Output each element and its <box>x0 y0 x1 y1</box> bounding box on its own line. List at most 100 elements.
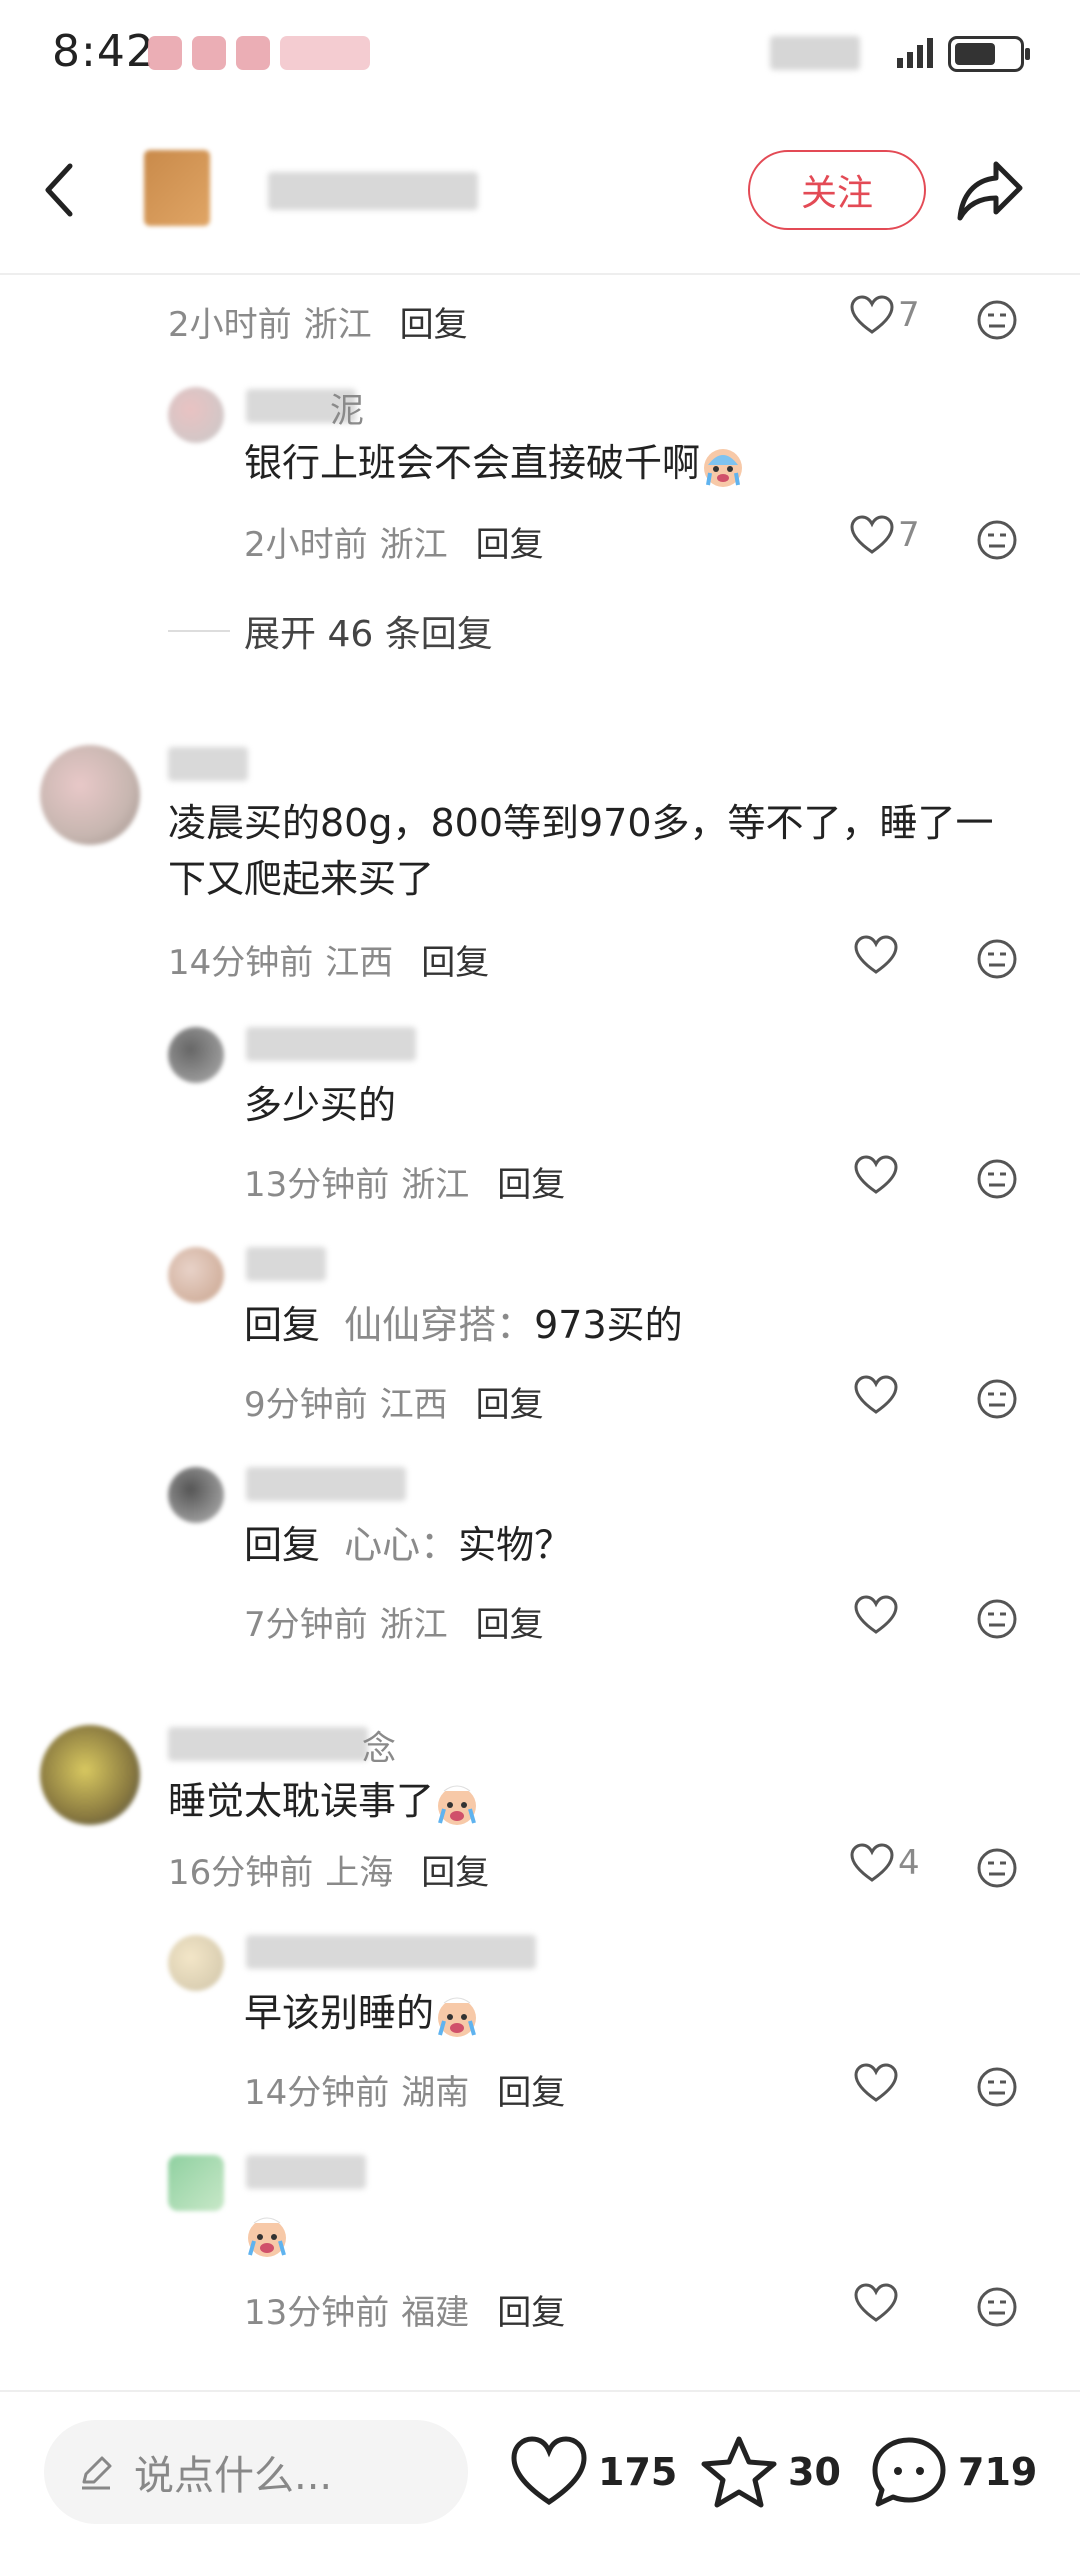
emoji-react-icon[interactable] <box>976 299 1018 341</box>
username[interactable] <box>246 1935 536 1969</box>
emoji-react-icon[interactable] <box>976 1598 1018 1640</box>
crying-emoji-icon <box>248 2217 286 2257</box>
like-button[interactable] <box>854 935 898 975</box>
comment-location: 浙江 <box>303 305 372 345</box>
emoji-react-icon[interactable] <box>976 2286 1018 2328</box>
favorites-count: 30 <box>788 2450 841 2494</box>
avatar[interactable] <box>168 1935 224 1991</box>
app-notification-icon <box>280 36 370 70</box>
expand-replies-button[interactable]: 展开 46 条回复 <box>244 605 493 657</box>
like-button[interactable] <box>854 1375 898 1415</box>
reply-button[interactable]: 回复 <box>421 935 489 984</box>
comments-button[interactable]: 719 <box>870 2434 1037 2510</box>
like-count: 7 <box>898 515 920 555</box>
reply-button[interactable]: 回复 <box>400 297 468 346</box>
mention[interactable]: 仙仙穿搭： <box>344 1303 534 1347</box>
comment-list: 2小时前 浙江 回复 7 泥 银行上班会不会直接破千啊 2小时前 浙江 回复 7… <box>0 275 1080 2390</box>
comment-location: 浙江 <box>379 1605 448 1645</box>
username[interactable] <box>246 1027 416 1061</box>
like-button[interactable]: 7 <box>850 515 920 555</box>
username[interactable] <box>246 2155 366 2189</box>
reply-button[interactable]: 回复 <box>476 1377 544 1426</box>
share-button[interactable] <box>956 158 1024 224</box>
comment-location: 浙江 <box>401 1165 470 1205</box>
reply-button[interactable]: 回复 <box>476 1597 544 1646</box>
back-button[interactable] <box>36 160 80 220</box>
reply-button[interactable]: 回复 <box>497 2065 565 2114</box>
avatar[interactable] <box>168 1027 224 1083</box>
like-button[interactable]: 4 <box>850 1843 920 1883</box>
emoji-react-icon[interactable] <box>976 1158 1018 1200</box>
reply-button[interactable]: 回复 <box>497 2285 565 2334</box>
avatar[interactable] <box>168 1467 224 1523</box>
like-button[interactable] <box>854 1595 898 1635</box>
heart-icon <box>850 1843 894 1882</box>
username-visible-fragment: 泥 <box>330 391 364 431</box>
reply-prefix: 回复 <box>244 1523 321 1567</box>
comment-location: 浙江 <box>379 525 448 565</box>
username[interactable] <box>246 1467 406 1501</box>
heart-icon <box>854 2283 898 2322</box>
crying-emoji-icon <box>438 1997 477 2037</box>
bottom-action-bar: 说点什么... 175 30 719 <box>0 2390 1080 2557</box>
emoji-react-icon[interactable] <box>976 2066 1018 2108</box>
comment-location: 湖南 <box>401 2073 470 2113</box>
comment-location: 福建 <box>401 2293 470 2333</box>
author-name[interactable] <box>268 172 478 210</box>
like-post-button[interactable]: 175 <box>510 2434 677 2510</box>
comment-meta: 7分钟前 浙江 回复 <box>244 1597 544 1646</box>
username[interactable] <box>168 747 248 781</box>
heart-icon <box>511 2436 587 2506</box>
heart-icon <box>854 935 898 974</box>
comment-text-content: 银行上班会不会直接破千啊 <box>244 441 701 485</box>
comment-text-content: 实物？ <box>458 1523 573 1567</box>
comment-time: 14分钟前 <box>244 2073 390 2113</box>
avatar[interactable] <box>168 2155 224 2211</box>
comment-bubble-icon <box>872 2437 946 2507</box>
like-count: 7 <box>898 295 920 335</box>
follow-button[interactable]: 关注 <box>748 150 926 230</box>
author-avatar[interactable] <box>144 150 210 226</box>
comment-meta: 14分钟前 湖南 回复 <box>244 2065 565 2114</box>
comment-time: 7分钟前 <box>244 1605 368 1645</box>
like-button[interactable] <box>854 1155 898 1195</box>
avatar[interactable] <box>40 745 140 845</box>
reply-prefix: 回复 <box>244 1303 321 1347</box>
like-button[interactable]: 7 <box>850 295 920 335</box>
reply-button[interactable]: 回复 <box>421 1845 489 1894</box>
avatar[interactable] <box>168 387 224 443</box>
comment-text: 银行上班会不会直接破千啊 <box>244 435 746 491</box>
reply-button[interactable]: 回复 <box>476 517 544 566</box>
likes-count: 175 <box>598 2450 678 2494</box>
avatar[interactable] <box>40 1725 140 1825</box>
battery-icon <box>948 36 1030 72</box>
comment-meta: 2小时前 浙江 回复 <box>244 517 544 566</box>
comment-input[interactable]: 说点什么... <box>44 2420 468 2524</box>
username[interactable] <box>168 1727 368 1761</box>
reply-button[interactable]: 回复 <box>497 1157 565 1206</box>
comment-text: 多少买的 <box>244 1083 397 1127</box>
comment-meta: 16分钟前 上海 回复 <box>168 1845 489 1894</box>
emoji-react-icon[interactable] <box>976 1847 1018 1889</box>
comment-meta: 9分钟前 江西 回复 <box>244 1377 544 1426</box>
like-button[interactable] <box>854 2063 898 2103</box>
pencil-icon <box>82 2456 112 2490</box>
comment-text: 睡觉太耽误事了 <box>168 1773 480 1829</box>
emoji-react-icon[interactable] <box>976 519 1018 561</box>
signal-icon <box>897 38 933 68</box>
emoji-react-icon[interactable] <box>976 1378 1018 1420</box>
comment-location: 上海 <box>325 1853 394 1893</box>
comment-text: 凌晨买的80g，800等到970多，等不了，睡了一下又爬起来买了 <box>168 801 994 901</box>
header: 关注 <box>0 110 1080 275</box>
mention[interactable]: 心心： <box>344 1523 458 1567</box>
like-button[interactable] <box>854 2283 898 2323</box>
comment-meta: 13分钟前 福建 回复 <box>244 2285 565 2334</box>
comment-input-placeholder: 说点什么... <box>134 2453 333 2499</box>
app-notification-icon <box>192 36 226 70</box>
favorite-post-button[interactable]: 30 <box>700 2434 841 2510</box>
emoji-react-icon[interactable] <box>976 938 1018 980</box>
comment-text <box>244 2205 290 2261</box>
avatar[interactable] <box>168 1247 224 1303</box>
expand-divider <box>168 630 230 632</box>
username[interactable] <box>246 1247 326 1281</box>
